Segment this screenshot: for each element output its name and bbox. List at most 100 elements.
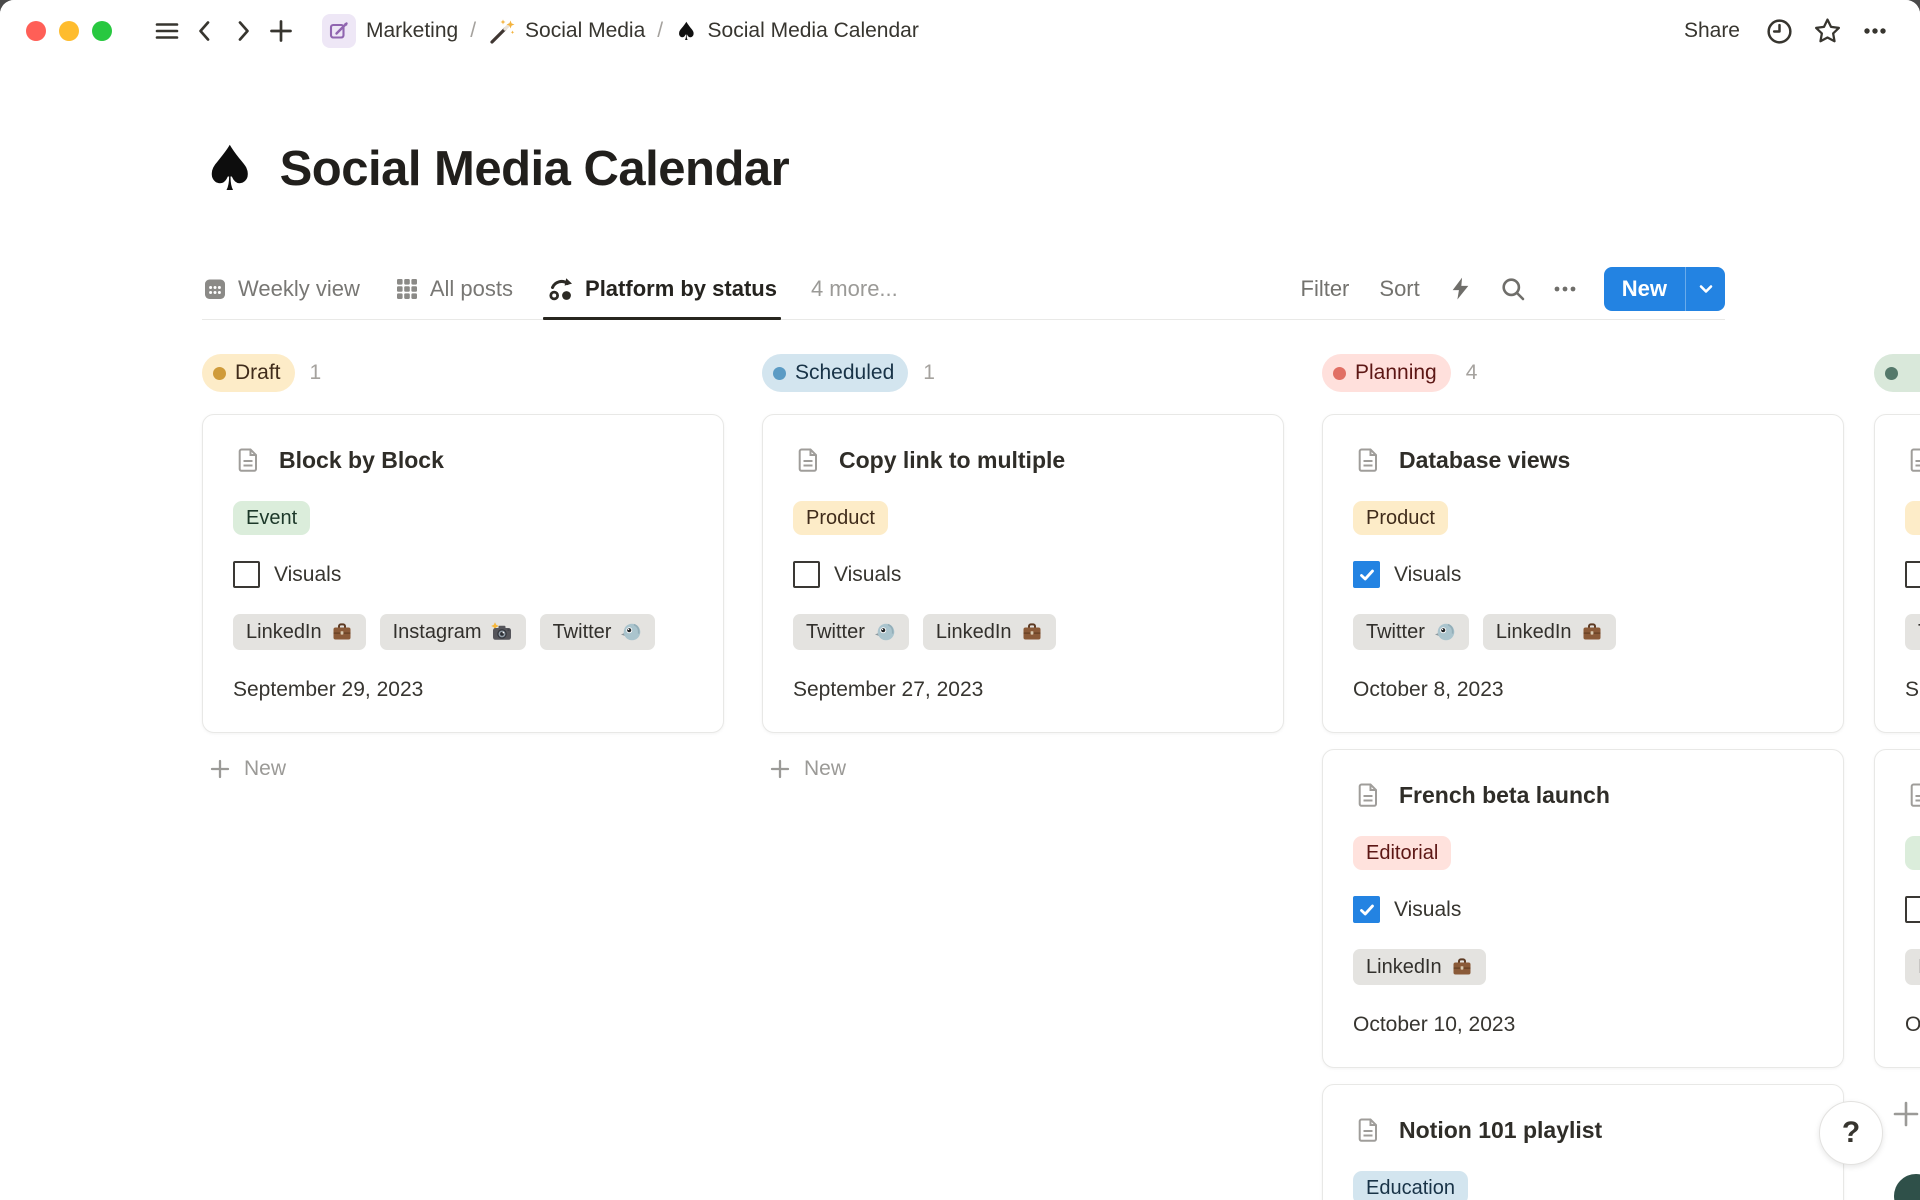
- breadcrumb: Marketing / Social Media / ♠ Social Medi…: [316, 12, 925, 50]
- status-dot-icon: [1333, 367, 1346, 380]
- platform-tag-linkedin: LinkedIn: [233, 614, 366, 650]
- checkbox-label: Visuals: [274, 563, 341, 587]
- status-badge-scheduled[interactable]: Scheduled: [762, 354, 908, 392]
- breadcrumb-item-social-media[interactable]: Social Media: [482, 16, 651, 47]
- chevron-right-icon: [229, 17, 257, 45]
- check-icon: [1358, 901, 1376, 919]
- card-date: October 8, 2023: [1353, 678, 1813, 702]
- column-count: 1: [923, 361, 935, 385]
- checkbox-label: Visuals: [834, 563, 901, 587]
- visuals-checkbox[interactable]: [1353, 561, 1380, 588]
- more-options-button[interactable]: [1856, 12, 1894, 50]
- checkbox-label: Visuals: [1394, 563, 1461, 587]
- tab-platform-by-status[interactable]: Platform by status: [547, 258, 777, 319]
- add-card-button[interactable]: New: [202, 749, 724, 789]
- back-button[interactable]: [186, 12, 224, 50]
- minimize-button[interactable]: [59, 21, 79, 41]
- breadcrumb-label: Social Media: [525, 19, 645, 43]
- automations-button[interactable]: [1442, 270, 1480, 308]
- column-partial-green: T S I O: [1874, 340, 1920, 1084]
- column-count: 4: [1466, 361, 1478, 385]
- status-label: Scheduled: [795, 361, 894, 385]
- page-icon: [1905, 445, 1920, 475]
- more-views-button[interactable]: 4 more...: [811, 276, 898, 302]
- favorite-button[interactable]: [1808, 12, 1846, 50]
- visuals-checkbox[interactable]: [233, 561, 260, 588]
- category-tag: Event: [233, 501, 310, 535]
- card-copy-link-to-multiple[interactable]: Copy link to multiple Product Visuals Tw…: [762, 414, 1284, 733]
- page-icon: [1353, 780, 1383, 810]
- star-icon: [1812, 16, 1843, 47]
- help-button[interactable]: ?: [1819, 1101, 1883, 1165]
- card-title: Copy link to multiple: [839, 447, 1065, 474]
- card-date: O: [1905, 1013, 1920, 1037]
- titlebar-actions: Share: [1674, 12, 1894, 50]
- breadcrumb-item-marketing[interactable]: Marketing: [316, 12, 464, 50]
- sidebar-menu-button[interactable]: [148, 12, 186, 50]
- new-dropdown-button[interactable]: [1685, 267, 1725, 311]
- forward-button[interactable]: [224, 12, 262, 50]
- card-notion-101-playlist[interactable]: Notion 101 playlist Education: [1322, 1084, 1844, 1200]
- traffic-lights: [26, 21, 112, 41]
- tab-weekly-view[interactable]: Weekly view: [202, 258, 360, 319]
- status-cycle-icon: [547, 275, 575, 303]
- status-dot-icon: [213, 367, 226, 380]
- card-date: September 29, 2023: [233, 678, 693, 702]
- visuals-checkbox[interactable]: [793, 561, 820, 588]
- status-badge-draft[interactable]: Draft: [202, 354, 295, 392]
- tab-label: All posts: [430, 276, 513, 302]
- camera-emoji: [491, 621, 513, 643]
- tab-all-posts[interactable]: All posts: [394, 258, 513, 319]
- template-icon: [322, 14, 356, 48]
- zoom-button[interactable]: [92, 21, 112, 41]
- page-header: ♠ Social Media Calendar: [202, 138, 789, 200]
- platform-tag-twitter: Twitter: [540, 614, 656, 650]
- breadcrumb-item-social-media-calendar[interactable]: ♠ Social Media Calendar: [669, 17, 925, 46]
- column-draft: Draft 1 Block by Block Event Visuals Lin…: [202, 340, 724, 789]
- tab-label: Platform by status: [585, 276, 777, 302]
- card-database-views[interactable]: Database views Product Visuals Twitter L…: [1322, 414, 1844, 733]
- new-page-button[interactable]: [262, 12, 300, 50]
- breadcrumb-label: Social Media Calendar: [708, 19, 919, 43]
- window-titlebar: Marketing / Social Media / ♠ Social Medi…: [0, 0, 1920, 62]
- platform-tag: T: [1905, 614, 1920, 650]
- category-tag: Product: [1353, 501, 1448, 535]
- page-icon: [1905, 780, 1920, 810]
- sort-button[interactable]: Sort: [1371, 272, 1427, 306]
- category-tag: Education: [1353, 1171, 1468, 1200]
- grid-icon: [394, 276, 420, 302]
- add-card-button[interactable]: New: [762, 749, 1284, 789]
- status-dot-icon: [773, 367, 786, 380]
- status-badge-planning[interactable]: Planning: [1322, 354, 1451, 392]
- view-options-button[interactable]: [1546, 270, 1584, 308]
- visuals-checkbox[interactable]: [1353, 896, 1380, 923]
- chevron-down-icon: [1697, 280, 1715, 298]
- history-button[interactable]: [1760, 12, 1798, 50]
- visuals-checkbox[interactable]: [1905, 896, 1920, 923]
- breadcrumb-separator: /: [470, 19, 476, 43]
- column-count: 1: [310, 361, 322, 385]
- status-badge-partial[interactable]: [1874, 354, 1920, 392]
- filter-button[interactable]: Filter: [1293, 272, 1358, 306]
- card-french-beta-launch[interactable]: French beta launch Editorial Visuals Lin…: [1322, 749, 1844, 1068]
- column-header: Planning 4: [1322, 354, 1844, 392]
- view-tabs-bar: Weekly view All posts Platform by status…: [202, 258, 1725, 320]
- status-label: Draft: [235, 361, 281, 385]
- view-toolbar: Filter Sort New: [1293, 267, 1726, 311]
- plus-icon: [208, 757, 232, 781]
- card-partial[interactable]: T S: [1874, 414, 1920, 733]
- visuals-checkbox[interactable]: [1905, 561, 1920, 588]
- search-button[interactable]: [1494, 270, 1532, 308]
- share-button[interactable]: Share: [1674, 15, 1750, 47]
- add-group-button[interactable]: [1886, 1094, 1920, 1134]
- platform-tag-linkedin: LinkedIn: [923, 614, 1056, 650]
- close-button[interactable]: [26, 21, 46, 41]
- column-header: Draft 1: [202, 354, 724, 392]
- card-block-by-block[interactable]: Block by Block Event Visuals LinkedIn In…: [202, 414, 724, 733]
- category-tag: [1905, 501, 1920, 535]
- new-button[interactable]: New: [1604, 267, 1685, 311]
- card-partial[interactable]: I O: [1874, 749, 1920, 1068]
- platform-tag-twitter: Twitter: [1353, 614, 1469, 650]
- page-icon: [1353, 445, 1383, 475]
- card-date: S: [1905, 678, 1920, 702]
